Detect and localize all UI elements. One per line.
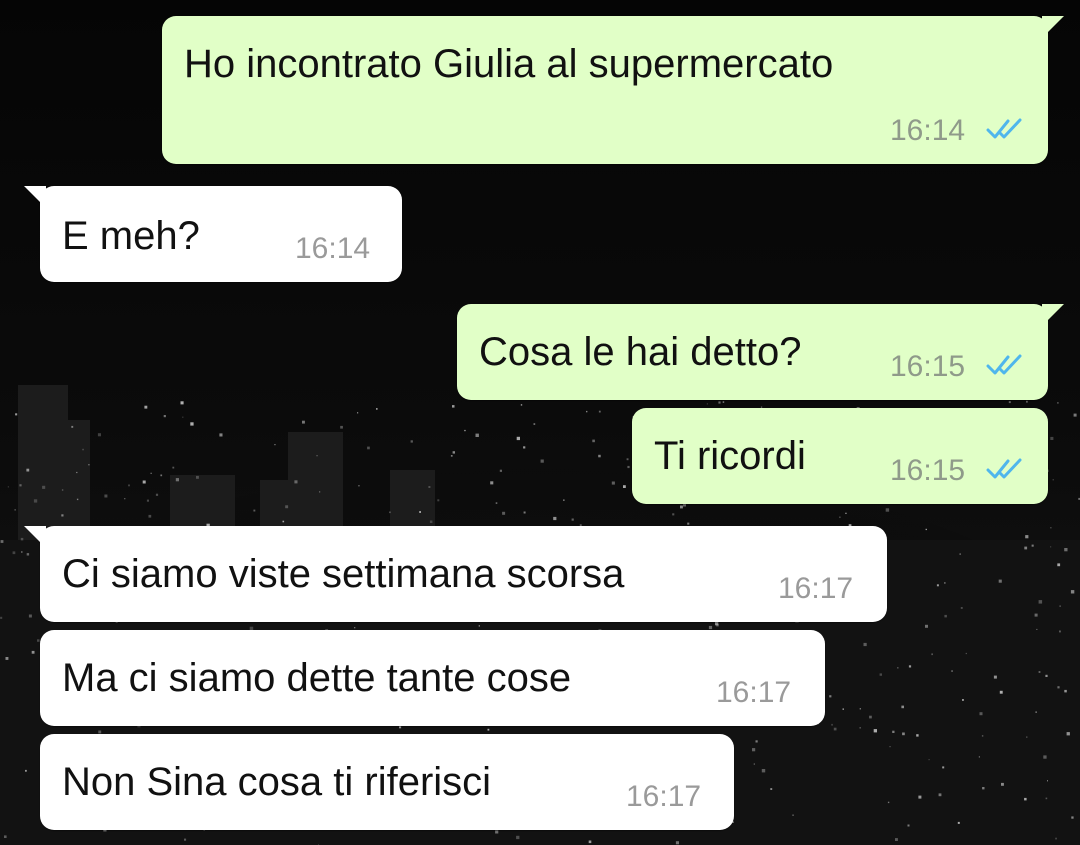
- message-text: Ci siamo viste settimana scorsa: [62, 552, 625, 596]
- message-incoming[interactable]: Ci siamo viste settimana scorsa 16:17: [24, 526, 887, 622]
- message-incoming[interactable]: Non Sina cosa ti riferisci 16:17: [40, 734, 734, 830]
- message-incoming[interactable]: E meh? 16:14: [24, 186, 402, 282]
- message-text: Ti ricordi: [654, 434, 806, 478]
- message-text: Cosa le hai detto?: [479, 330, 802, 374]
- bubble-tail: [1042, 16, 1064, 38]
- message-outgoing[interactable]: Ti ricordi 16:15: [632, 408, 1048, 504]
- bubble-tail: [1042, 304, 1064, 326]
- message-outgoing[interactable]: Ho incontrato Giulia al supermercato 16:…: [162, 16, 1064, 164]
- message-time: 16:14: [295, 232, 371, 265]
- message-text: Ho incontrato Giulia al supermercato: [184, 42, 834, 86]
- double-check-icon: [986, 458, 1022, 479]
- double-check-icon: [986, 354, 1022, 375]
- double-check-icon: [986, 118, 1022, 139]
- message-incoming[interactable]: Ma ci siamo dette tante cose 16:17: [40, 630, 825, 726]
- bubble-tail: [24, 186, 46, 208]
- message-time: 16:17: [778, 572, 854, 605]
- message-time: 16:15: [890, 454, 966, 487]
- message-text: Non Sina cosa ti riferisci: [62, 760, 492, 804]
- message-time: 16:17: [716, 676, 792, 709]
- message-text: Ma ci siamo dette tante cose: [62, 656, 572, 700]
- bubble-tail: [24, 526, 46, 548]
- message-time: 16:15: [890, 350, 966, 383]
- message-time: 16:17: [626, 780, 702, 813]
- message-time: 16:14: [890, 114, 966, 147]
- message-outgoing[interactable]: Cosa le hai detto? 16:15: [457, 304, 1064, 400]
- message-text: E meh?: [62, 214, 200, 258]
